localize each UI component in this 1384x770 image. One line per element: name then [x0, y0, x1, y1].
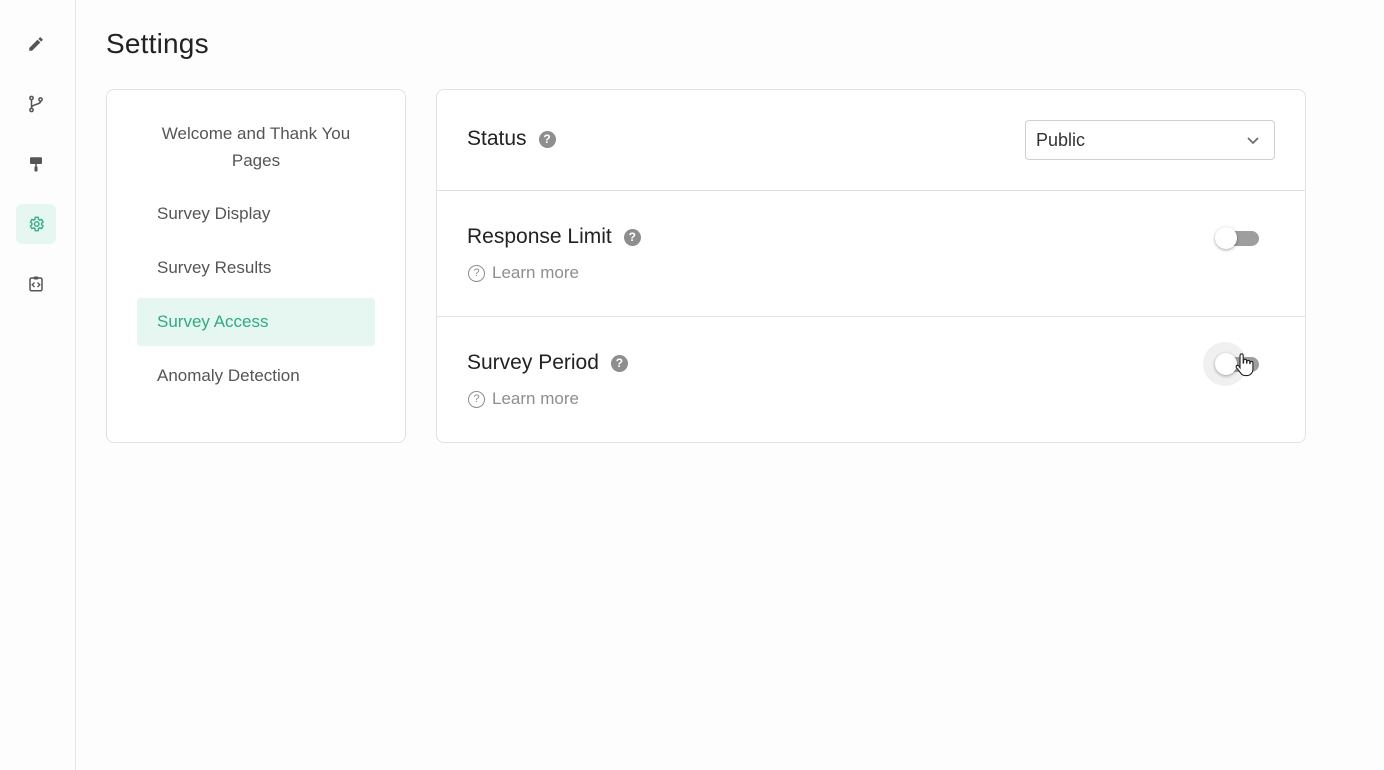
paint-roller-icon	[30, 157, 42, 172]
rail-edit-button[interactable]	[16, 24, 56, 64]
survey-period-row: Survey Period ?	[467, 351, 628, 375]
rail-settings-button[interactable]	[16, 204, 56, 244]
response-limit-section: Response Limit ? ? Learn more	[437, 191, 1305, 317]
response-limit-learn-more-text: Learn more	[492, 263, 579, 282]
question-circle-icon: ?	[468, 390, 485, 408]
survey-period-section: Survey Period ? ? Learn more	[437, 317, 1305, 442]
page-title: Settings	[106, 28, 209, 59]
status-label: Status	[467, 127, 527, 150]
response-limit-help-icon[interactable]: ?	[623, 228, 641, 246]
survey-period-toggle-thumb	[1215, 353, 1237, 375]
nav-item-survey-results[interactable]: Survey Results	[137, 244, 375, 292]
response-limit-toggle-thumb	[1215, 227, 1237, 249]
rail-logic-button[interactable]	[16, 84, 56, 124]
nav-item-survey-display[interactable]: Survey Display	[137, 190, 375, 238]
survey-period-toggle[interactable]	[1213, 351, 1261, 377]
response-limit-label: Response Limit	[467, 225, 612, 248]
gear-icon	[29, 216, 45, 232]
survey-period-help-icon[interactable]: ?	[610, 354, 628, 372]
question-circle-icon: ?	[468, 264, 485, 282]
chevron-down-icon	[1247, 137, 1259, 145]
rail-embed-button[interactable]	[16, 264, 56, 304]
survey-period-label: Survey Period	[467, 351, 599, 374]
nav-item-anomaly-detection[interactable]: Anomaly Detection	[137, 352, 375, 400]
survey-period-learn-more-link[interactable]: ? Learn more	[468, 389, 579, 409]
icon-rail	[0, 0, 76, 770]
branch-icon	[29, 95, 43, 113]
status-help-icon[interactable]: ?	[538, 130, 556, 148]
code-clipboard-icon	[29, 276, 43, 292]
status-section: Status ? Public	[437, 90, 1305, 191]
settings-nav: Welcome and Thank You Pages Survey Displ…	[106, 89, 406, 443]
rail-design-button[interactable]	[16, 144, 56, 184]
pencil-icon	[29, 37, 43, 51]
nav-item-survey-access[interactable]: Survey Access	[137, 298, 375, 346]
survey-period-learn-more-text: Learn more	[492, 389, 579, 408]
response-limit-row: Response Limit ?	[467, 225, 641, 249]
status-select-value: Public	[1036, 129, 1086, 150]
status-row: Status ?	[467, 127, 556, 151]
status-select[interactable]: Public	[1025, 120, 1275, 160]
response-limit-toggle[interactable]	[1213, 225, 1261, 251]
survey-access-panel: Status ? Public Response Limit ? ? Learn…	[436, 89, 1306, 443]
nav-item-welcome-pages[interactable]: Welcome and Thank You Pages	[137, 120, 375, 174]
response-limit-learn-more-link[interactable]: ? Learn more	[468, 263, 579, 283]
